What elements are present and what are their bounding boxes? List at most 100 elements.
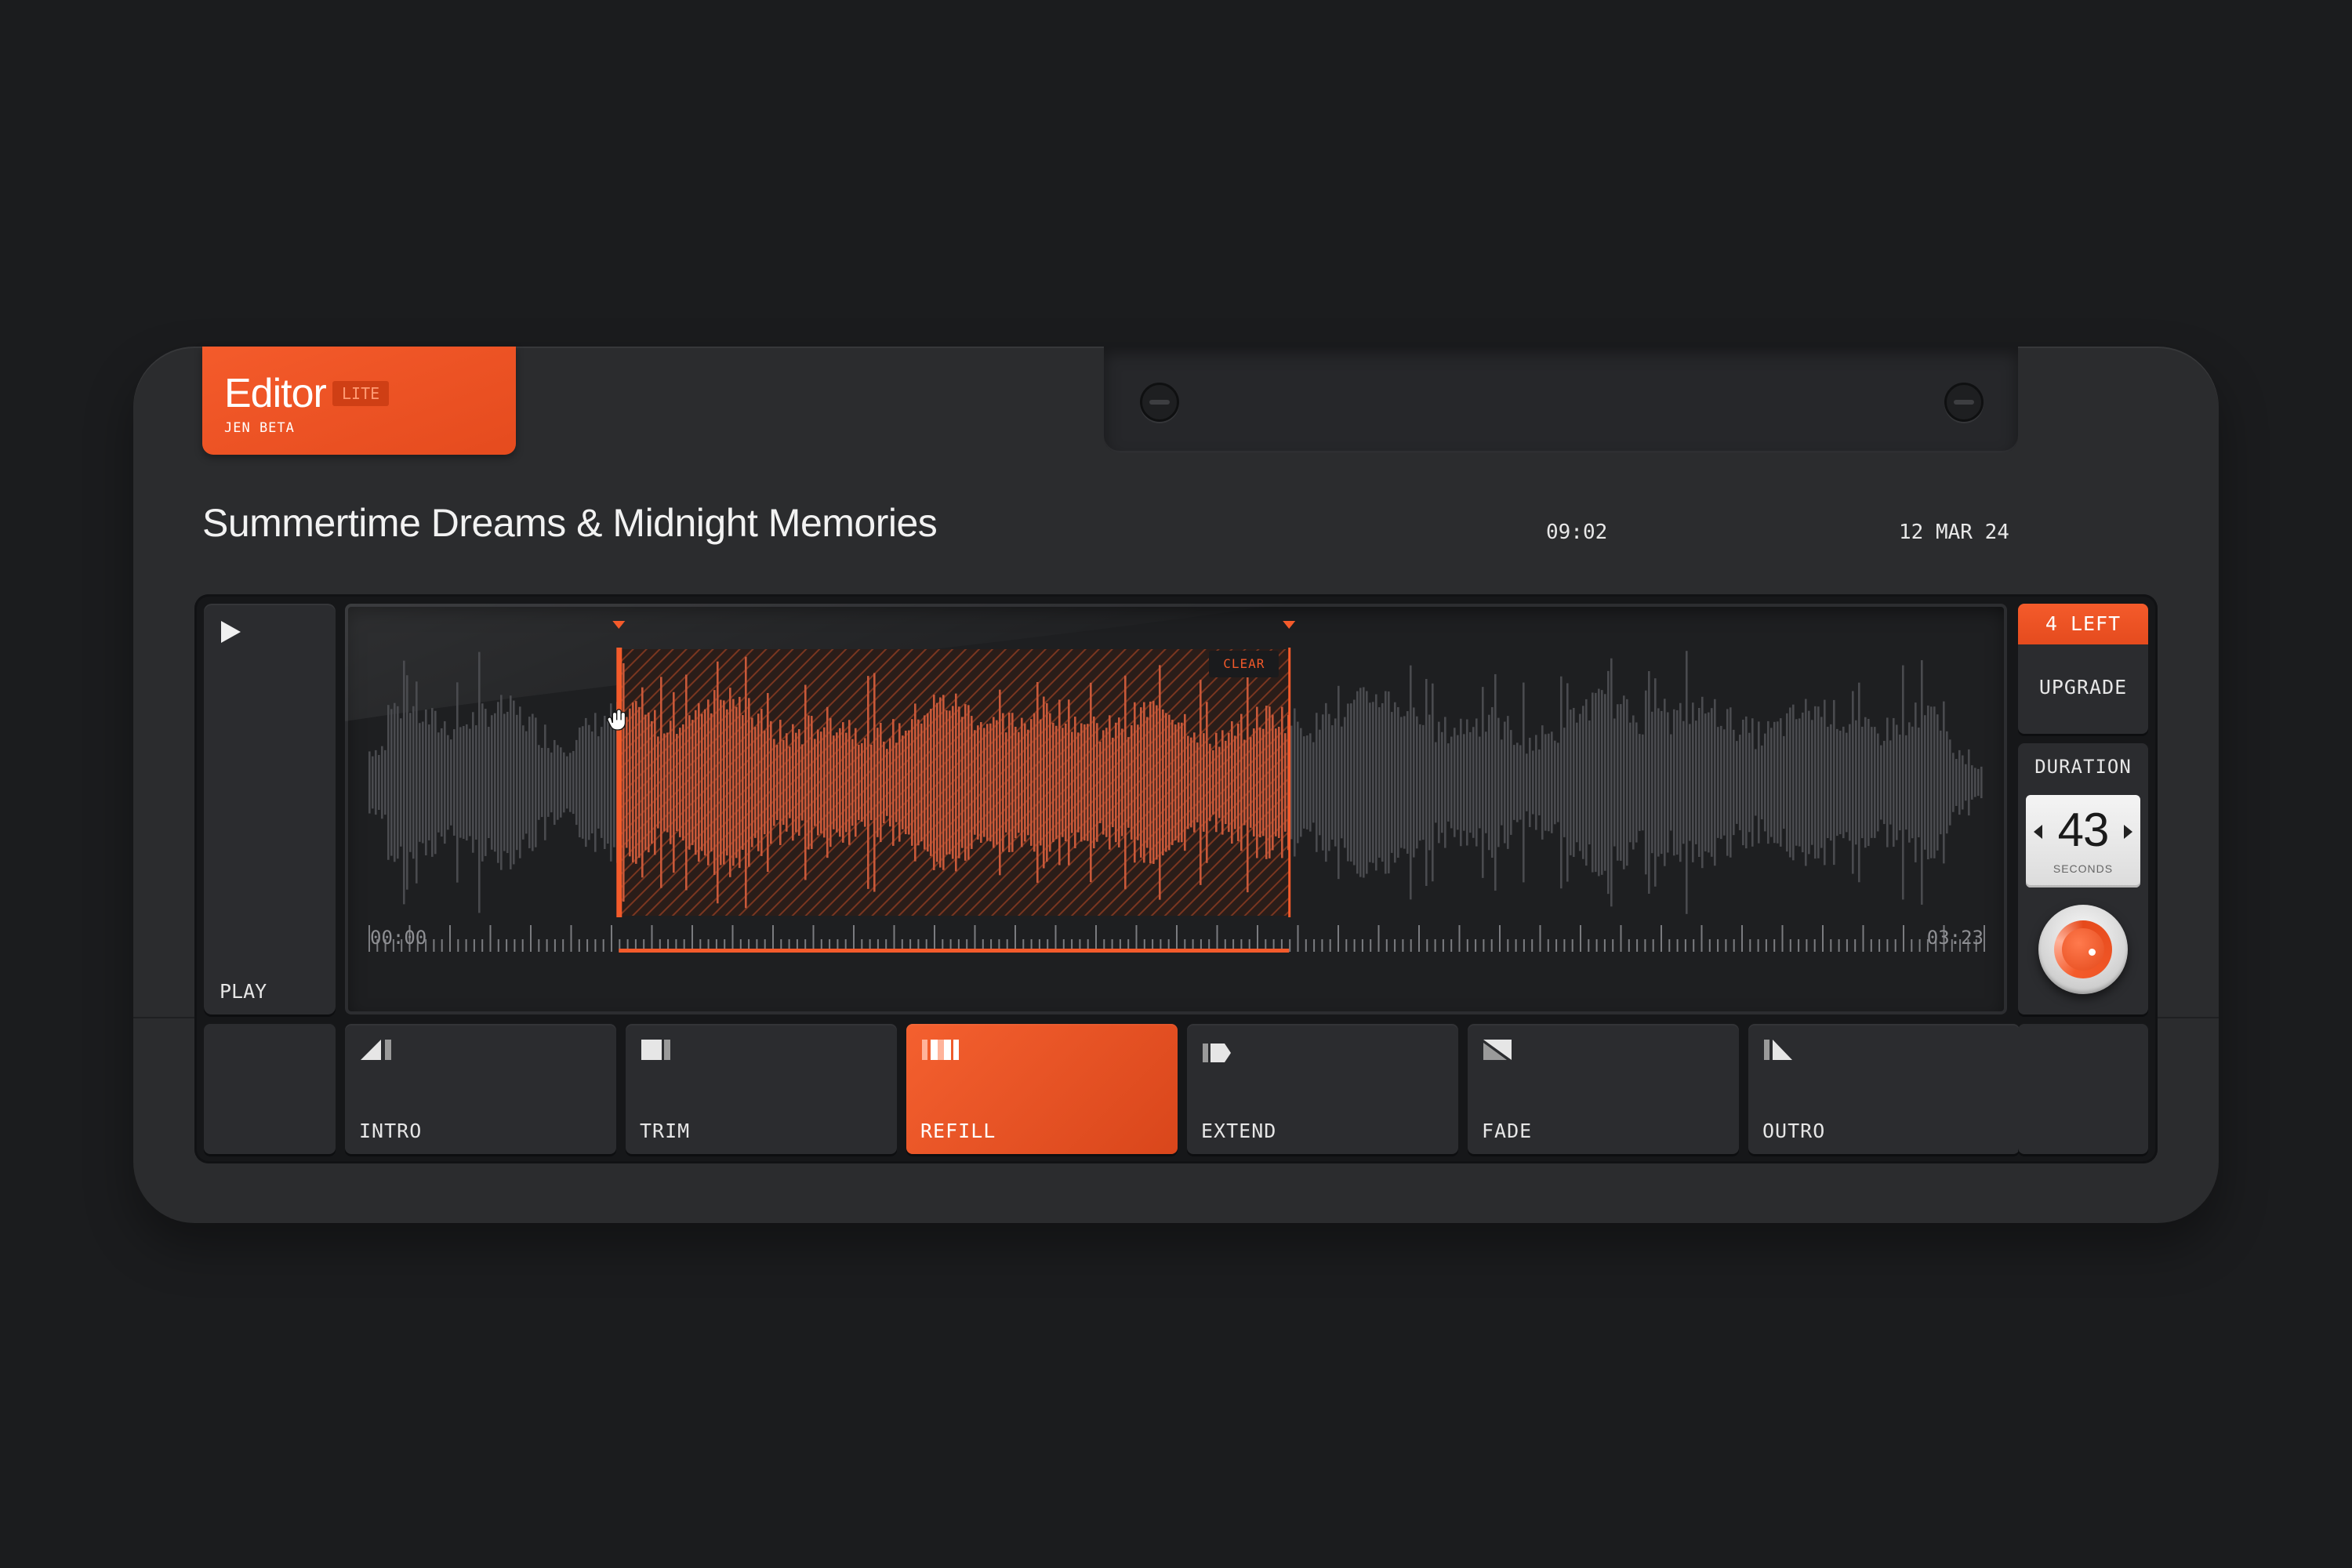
waveform-bar [1645, 690, 1647, 875]
waveform-bar [814, 739, 816, 826]
waveform-bar [1334, 718, 1337, 847]
timeline-tick [1507, 939, 1509, 952]
waveform-bar [1686, 651, 1688, 914]
waveform-bar [1174, 724, 1177, 840]
waveform-bar [1206, 702, 1208, 863]
timeline-tick [1846, 939, 1848, 952]
waveform-bar [1977, 768, 1980, 797]
waveform-bar [1701, 696, 1704, 869]
waveform-bar [1952, 753, 1955, 812]
timeline-tick [1918, 939, 1921, 952]
timeline-tick [974, 925, 976, 952]
waveform-bar [1802, 712, 1804, 853]
waveform-bar [939, 697, 942, 868]
end-marker-icon[interactable] [1283, 621, 1296, 629]
waveform-bar [1871, 727, 1873, 838]
increase-arrow-icon[interactable] [2124, 825, 2132, 839]
waveform-bar [644, 714, 647, 851]
trim-button[interactable]: TRIM [626, 1024, 897, 1154]
waveform-bar [776, 745, 779, 820]
timeline-tick [514, 939, 516, 952]
waveform-bar [1827, 727, 1829, 838]
waveform-bar [1466, 719, 1468, 846]
timeline-tick [611, 925, 612, 952]
timeline-tick [1749, 939, 1751, 952]
waveform-bar [516, 714, 518, 851]
timeline-tick [1571, 939, 1573, 952]
waveform-bar [1798, 718, 1801, 847]
duration-knob[interactable] [2038, 905, 2128, 994]
intro-button[interactable]: INTRO [345, 1024, 616, 1154]
selection-end-handle[interactable] [1288, 648, 1291, 917]
waveform-bar [1294, 708, 1296, 857]
waveform-bar [1924, 715, 1926, 850]
refill-button[interactable]: REFILL [906, 1024, 1178, 1154]
waveform-bar [1664, 699, 1666, 866]
waveform-bar [698, 702, 700, 862]
waveform-bar [607, 720, 609, 844]
waveform-bar [1795, 719, 1798, 846]
waveform-bar [666, 732, 669, 833]
control-panel: PLAY CLEAR 00:00 03:23 4 LEFT UPGRADE DU… [194, 594, 2158, 1163]
selection-start-handle[interactable] [616, 648, 622, 917]
timeline-tick [853, 925, 855, 952]
waveform-bar [459, 727, 462, 838]
waveform-bar [1745, 716, 1748, 849]
timeline-tick [1499, 925, 1501, 952]
waveform-bar [575, 739, 578, 826]
waveform-screen[interactable]: CLEAR 00:00 03:23 [345, 604, 2007, 1014]
waveform-bar [1435, 742, 1437, 823]
play-button[interactable]: PLAY [204, 604, 336, 1014]
waveform-bar [1221, 730, 1224, 835]
timeline-tick [1305, 939, 1307, 952]
waveform-bar [1733, 729, 1735, 836]
waveform-bar [1375, 694, 1377, 871]
waveform-bar [723, 700, 725, 865]
timeline-tick [1466, 939, 1468, 952]
waveform-bar [1629, 722, 1632, 843]
waveform-bar [1955, 759, 1958, 806]
waveform-bar [1394, 702, 1396, 863]
waveform-bar [1852, 691, 1854, 874]
time-start: 00:00 [370, 927, 427, 949]
waveform-bar [1080, 723, 1083, 842]
waveform[interactable] [345, 604, 2007, 1014]
waveform-bar [729, 688, 731, 877]
upgrade-button[interactable]: UPGRADE [2018, 644, 2148, 734]
waveform-bar [591, 731, 593, 833]
waveform-bar [1306, 735, 1308, 829]
waveform-bar [513, 700, 515, 865]
waveform-bar [1962, 755, 1964, 810]
waveform-bar [1864, 717, 1867, 848]
waveform-bar [864, 738, 866, 827]
waveform-bar [757, 713, 760, 851]
waveform-bar [836, 732, 838, 833]
waveform-bar [1968, 749, 1970, 816]
clear-selection-button[interactable]: CLEAR [1209, 651, 1279, 677]
duration-control: DURATION 43 SECONDS [2018, 743, 2148, 1014]
waveform-bar [387, 705, 390, 860]
waveform-bar [1930, 706, 1933, 858]
extend-button[interactable]: EXTEND [1187, 1024, 1458, 1154]
outro-button[interactable]: OUTRO [1748, 1024, 2020, 1154]
waveform-bar [1557, 742, 1559, 822]
waveform-bar [1331, 725, 1334, 840]
waveform-bar [732, 699, 735, 866]
waveform-bar [1319, 729, 1321, 836]
waveform-bar [971, 716, 973, 849]
waveform-bar [1450, 736, 1453, 829]
waveform-bar [368, 751, 371, 814]
waveform-bar [1551, 731, 1553, 833]
waveform-bar [958, 706, 960, 858]
timeline-tick [1054, 925, 1057, 952]
waveform-bar [1099, 742, 1102, 823]
waveform-bar [1936, 714, 1939, 851]
waveform-bar [1980, 766, 1983, 799]
waveform-bar [1193, 732, 1196, 833]
timeline-tick [1636, 939, 1639, 952]
waveform-bar [1708, 712, 1710, 853]
waveform-bar [1751, 718, 1754, 847]
fade-button[interactable]: FADE [1468, 1024, 1739, 1154]
waveform-bar [1297, 721, 1299, 844]
waveform-bar [1165, 713, 1167, 852]
